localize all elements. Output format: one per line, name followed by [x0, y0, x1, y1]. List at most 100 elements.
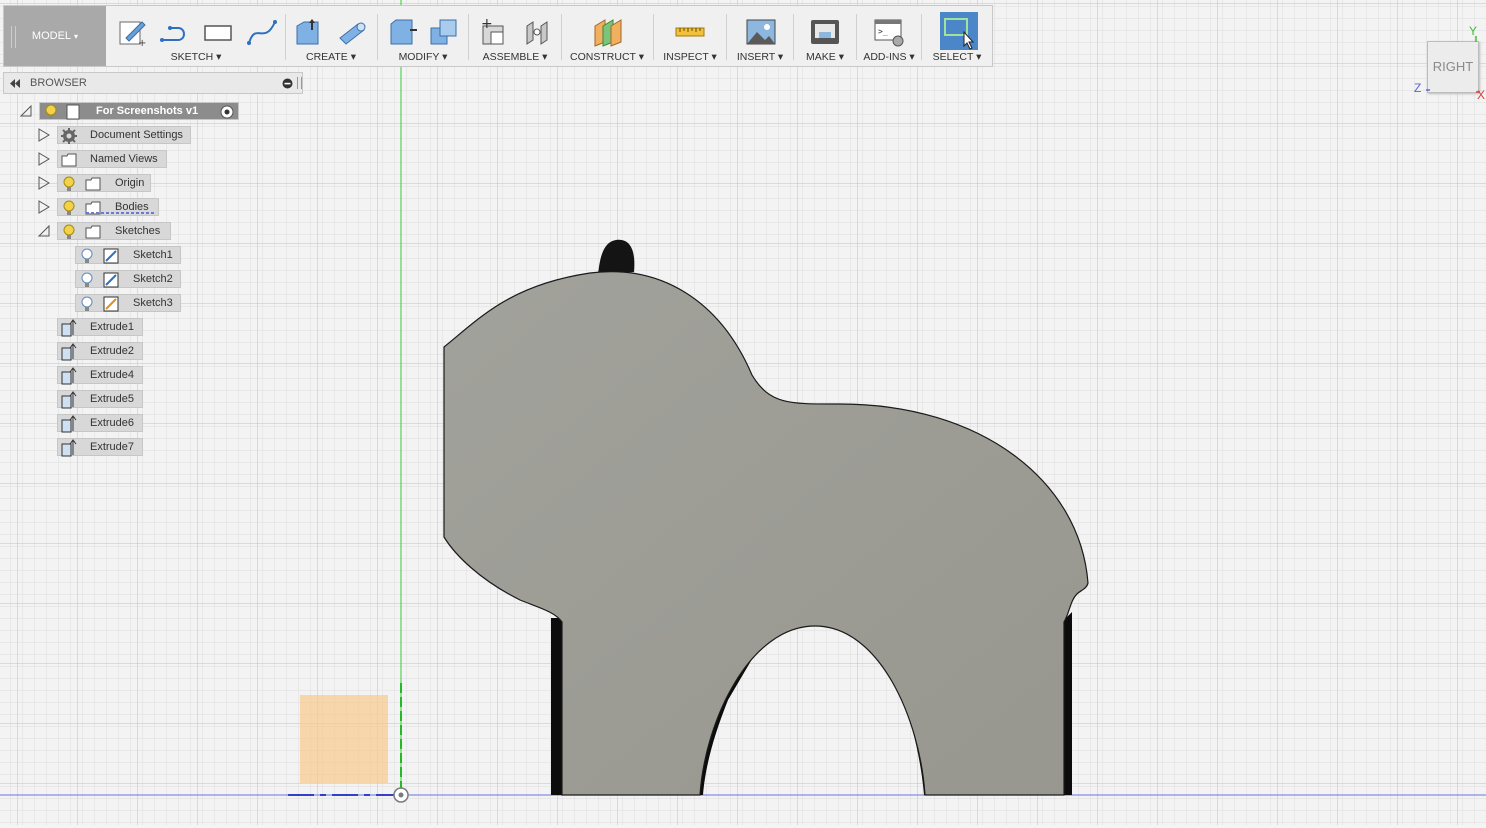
expand-triangle-icon[interactable] [37, 128, 51, 142]
addins-group: >_ ADD-INS ▾ [857, 6, 921, 66]
lightbulb-off-icon[interactable] [78, 295, 96, 313]
modify-group: MODIFY ▾ [378, 6, 468, 66]
lightbulb-off-icon[interactable] [78, 247, 96, 265]
create-group: CREATE ▾ [286, 6, 376, 66]
timeline-extrude7[interactable]: Extrude7 [57, 438, 143, 457]
create-sketch-icon[interactable]: + [116, 16, 148, 48]
sketch-icon [103, 272, 119, 288]
tree-item-bodies[interactable]: Bodies [57, 198, 159, 216]
lightbulb-icon[interactable] [60, 223, 78, 241]
folder-icon [61, 153, 77, 167]
collapse-triangle-icon[interactable] [19, 104, 33, 118]
expand-triangle-icon[interactable] [37, 152, 51, 166]
sketch-warning-icon [103, 296, 119, 312]
lightbulb-off-icon[interactable] [78, 271, 96, 289]
extrude-feature-icon [61, 415, 77, 433]
folder-icon [85, 177, 101, 191]
extrude-icon[interactable] [292, 16, 324, 48]
addins-menu[interactable]: ADD-INS ▾ [857, 51, 921, 63]
insert-group: INSERT ▾ [727, 6, 793, 66]
timeline-extrude5[interactable]: Extrude5 [57, 390, 143, 409]
spline-icon[interactable] [246, 16, 278, 48]
collapse-triangle-icon[interactable] [37, 224, 51, 238]
panel-grip-icon[interactable] [297, 77, 302, 89]
lightbulb-icon[interactable] [60, 175, 78, 193]
measure-icon[interactable] [674, 16, 706, 48]
select-menu[interactable]: SELECT ▾ [922, 51, 992, 63]
tree-item-sketch3[interactable]: Sketch3 [75, 294, 181, 312]
assemble-group: + ASSEMBLE ▾ [469, 6, 561, 66]
gear-icon [61, 128, 77, 144]
folder-icon [85, 201, 101, 215]
modify-menu[interactable]: MODIFY ▾ [378, 51, 468, 63]
timeline-extrude6[interactable]: Extrude6 [57, 414, 143, 433]
construct-group: CONSTRUCT ▾ [562, 6, 652, 66]
grid-canvas[interactable] [0, 0, 1486, 825]
main-toolbar: MODEL ▾ + SKETCH ▾ CREATE ▾ MODIFY ▾ + A… [3, 5, 993, 67]
tree-item-sketch1[interactable]: Sketch1 [75, 246, 181, 264]
press-pull-icon[interactable] [386, 16, 418, 48]
timeline-extrude4[interactable]: Extrude4 [57, 366, 143, 385]
3d-print-icon[interactable] [809, 16, 841, 48]
construct-menu[interactable]: CONSTRUCT ▾ [562, 51, 652, 63]
create-menu[interactable]: CREATE ▾ [286, 51, 376, 63]
pipe-icon[interactable] [336, 16, 368, 48]
svg-text:+: + [138, 38, 146, 48]
extrude-feature-icon [61, 391, 77, 409]
inspect-group: INSPECT ▾ [654, 6, 726, 66]
extrude-feature-icon [61, 319, 77, 337]
extrude-feature-icon [61, 367, 77, 385]
browser-title: BROWSER [30, 77, 87, 89]
tree-root[interactable]: For Screenshots v1 [39, 102, 239, 120]
rectangle-icon[interactable] [202, 16, 234, 48]
sketch-menu[interactable]: SKETCH ▾ [108, 51, 284, 63]
tree-item-document-settings[interactable]: Document Settings [57, 126, 191, 144]
make-menu[interactable]: MAKE ▾ [794, 51, 856, 63]
select-group: SELECT ▾ [922, 6, 992, 66]
document-icon [66, 104, 80, 120]
combine-icon[interactable] [428, 16, 460, 48]
expand-triangle-icon[interactable] [37, 176, 51, 190]
insert-menu[interactable]: INSERT ▾ [727, 51, 793, 63]
scripts-icon[interactable]: >_ [873, 16, 905, 48]
assemble-menu[interactable]: ASSEMBLE ▾ [469, 51, 561, 63]
expand-triangle-icon[interactable] [37, 200, 51, 214]
select-icon [944, 18, 975, 50]
new-component-icon[interactable]: + [477, 16, 509, 48]
sketch-group: + SKETCH ▾ [108, 6, 284, 66]
tree-item-sketch2[interactable]: Sketch2 [75, 270, 181, 288]
error-underline [86, 212, 154, 214]
workspace-label: MODEL [31, 30, 72, 42]
origin-plane [300, 695, 388, 783]
tree-item-named-views[interactable]: Named Views [57, 150, 167, 168]
toolbar-grip-icon[interactable] [11, 26, 16, 48]
chevron-down-icon: ▾ [74, 31, 79, 41]
select-active-highlight[interactable] [940, 12, 978, 50]
minimize-icon[interactable] [282, 78, 293, 89]
workspace-switcher-button[interactable]: MODEL ▾ [4, 6, 106, 66]
axis-triad [1426, 36, 1480, 93]
inspect-menu[interactable]: INSPECT ▾ [654, 51, 726, 63]
timeline-extrude2[interactable]: Extrude2 [57, 342, 143, 361]
folder-icon [85, 225, 101, 239]
lightbulb-icon[interactable] [60, 199, 78, 217]
offset-plane-icon[interactable] [591, 16, 623, 48]
insert-image-icon[interactable] [745, 16, 777, 48]
svg-text:+: + [481, 16, 493, 32]
design-canvas[interactable] [0, 0, 1486, 825]
line-icon[interactable] [158, 16, 190, 48]
svg-text:>_: >_ [878, 27, 888, 36]
tree-item-sketches[interactable]: Sketches [57, 222, 171, 240]
tree-item-origin[interactable]: Origin [57, 174, 151, 192]
extrude-feature-icon [61, 439, 77, 457]
sketch-icon [103, 248, 119, 264]
collapse-panel-icon[interactable] [9, 79, 21, 88]
timeline-extrude1[interactable]: Extrude1 [57, 318, 143, 337]
make-group: MAKE ▾ [794, 6, 856, 66]
activate-radio-icon[interactable] [218, 103, 236, 121]
tree-root-label: For Screenshots v1 [96, 105, 199, 117]
browser-panel-header: BROWSER [3, 72, 303, 94]
lightbulb-icon[interactable] [42, 103, 60, 121]
extrude-feature-icon [61, 343, 77, 361]
joint-icon[interactable] [521, 16, 553, 48]
